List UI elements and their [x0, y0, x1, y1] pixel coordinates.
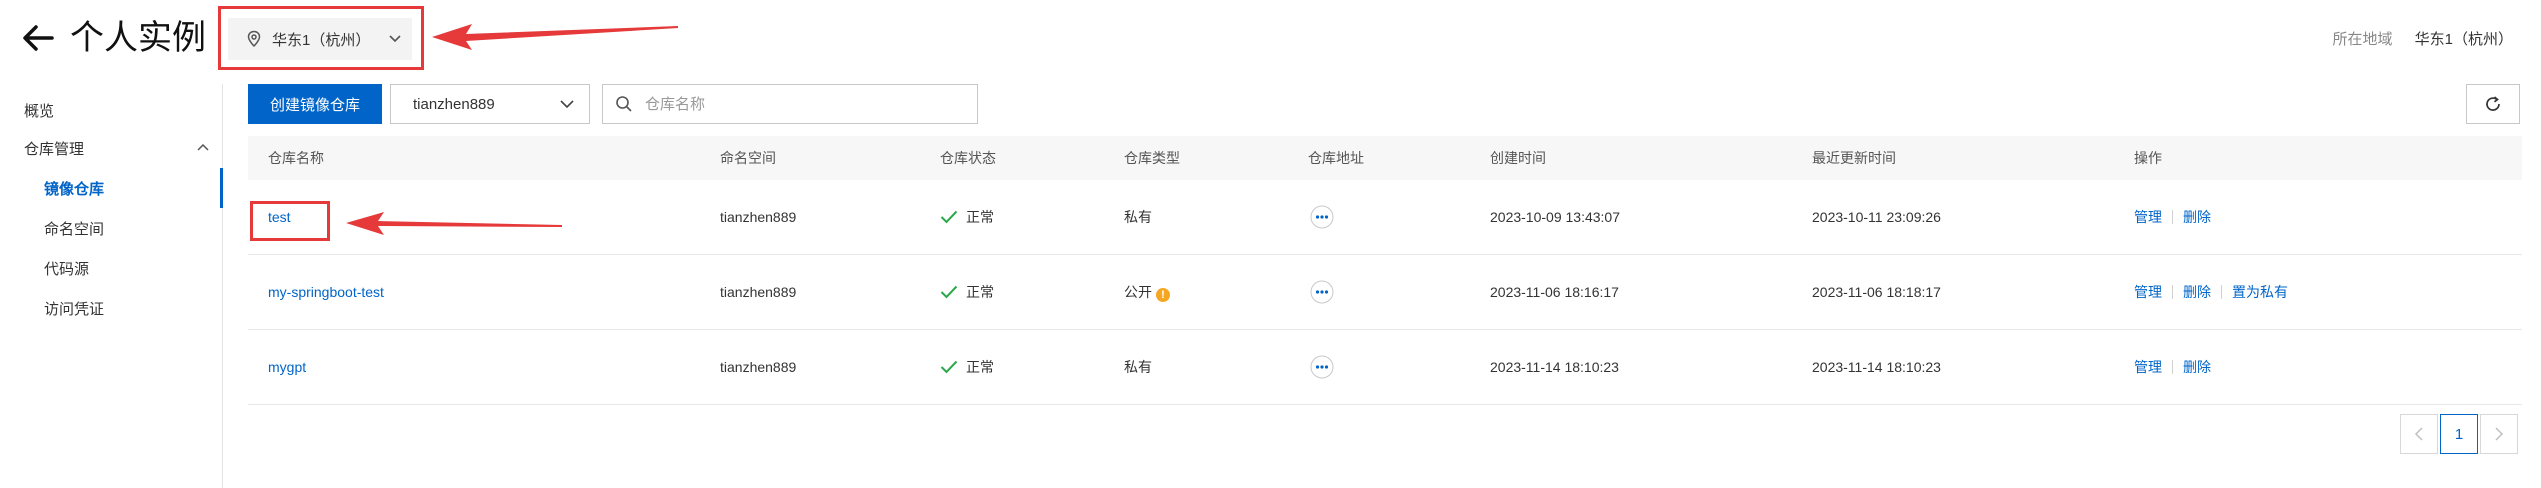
repo-status: 正常	[940, 330, 994, 404]
repo-status: 正常	[940, 255, 994, 329]
repo-type-text: 公开	[1124, 284, 1152, 300]
col-header-created: 创建时间	[1490, 150, 1546, 166]
repo-status: 正常	[940, 180, 994, 254]
repo-type: 私有	[1124, 209, 1152, 225]
more-icon[interactable]	[1310, 355, 1334, 379]
create-repo-button[interactable]: 创建镜像仓库	[248, 84, 382, 124]
namespace-select[interactable]: tianzhen889	[390, 84, 590, 124]
table-header: 仓库名称 命名空间 仓库状态 仓库类型 仓库地址 创建时间 最近更新时间 操作	[248, 136, 2522, 180]
table-row: mygpt tianzhen889 正常 私有 2023-11-14 18:10…	[248, 330, 2522, 405]
search-input[interactable]	[643, 94, 967, 114]
manage-link[interactable]: 管理	[2134, 284, 2162, 300]
repo-created-time: 2023-10-09 13:43:07	[1490, 209, 1620, 225]
annotation-arrow-test	[346, 212, 562, 235]
repo-created-time: 2023-11-06 18:16:17	[1490, 284, 1619, 300]
sidebar-active-indicator	[220, 168, 223, 208]
pagination-page-current[interactable]: 1	[2440, 414, 2478, 454]
back-arrow-icon[interactable]	[18, 18, 58, 58]
table-row: my-springboot-test tianzhen889 正常 公开! 20…	[248, 255, 2522, 330]
warning-icon[interactable]: !	[1156, 288, 1170, 302]
repo-actions: 管理 删除	[2134, 180, 2211, 254]
delete-link[interactable]: 删除	[2183, 284, 2211, 300]
col-header-repo-name: 仓库名称	[268, 150, 324, 166]
check-icon	[940, 210, 958, 224]
region-value: 华东1（杭州）	[2414, 31, 2513, 48]
sidebar-item-repo-management[interactable]: 仓库管理	[24, 138, 84, 159]
region-label: 所在地域	[2332, 31, 2393, 48]
col-header-updated: 最近更新时间	[1812, 150, 1896, 166]
col-header-actions: 操作	[2134, 150, 2162, 166]
repo-updated-time: 2023-10-11 23:09:26	[1812, 209, 1941, 225]
annotation-box-test	[250, 201, 330, 241]
manage-link[interactable]: 管理	[2134, 359, 2162, 375]
refresh-button[interactable]	[2466, 84, 2520, 124]
sidebar: 概览 仓库管理 镜像仓库 命名空间 代码源 访问凭证	[0, 84, 223, 488]
more-icon[interactable]	[1310, 205, 1334, 229]
sidebar-item-overview[interactable]: 概览	[24, 100, 54, 121]
chevron-down-icon	[560, 100, 574, 109]
action-divider	[2221, 285, 2222, 299]
refresh-icon	[2486, 96, 2500, 111]
namespace-select-value: tianzhen889	[413, 95, 495, 113]
repo-name-link[interactable]: my-springboot-test	[268, 255, 384, 329]
pagination-next[interactable]	[2480, 414, 2518, 454]
sidebar-item-code-source[interactable]: 代码源	[44, 258, 89, 279]
pagination-prev[interactable]	[2400, 414, 2438, 454]
page-title: 个人实例	[70, 19, 206, 57]
action-divider	[2172, 210, 2173, 224]
repo-updated-time: 2023-11-06 18:18:17	[1812, 284, 1941, 300]
repo-status-text: 正常	[966, 284, 994, 300]
repo-status-text: 正常	[966, 209, 994, 225]
repo-updated-time: 2023-11-14 18:10:23	[1812, 359, 1941, 375]
check-icon	[940, 360, 958, 374]
annotation-arrow-region	[432, 24, 678, 50]
make-private-link[interactable]: 置为私有	[2232, 284, 2288, 300]
search-box[interactable]	[602, 84, 978, 124]
current-region: 所在地域 华东1（杭州）	[2332, 28, 2513, 49]
col-header-namespace: 命名空间	[720, 150, 776, 166]
delete-link[interactable]: 删除	[2183, 359, 2211, 375]
repo-namespace: tianzhen889	[720, 284, 797, 300]
table-row: test tianzhen889 正常 私有 2023-10-09 13:43:…	[248, 180, 2522, 255]
repo-type: 私有	[1124, 359, 1152, 375]
repo-name-link[interactable]: mygpt	[268, 330, 306, 404]
manage-link[interactable]: 管理	[2134, 209, 2162, 225]
repo-created-time: 2023-11-14 18:10:23	[1490, 359, 1619, 375]
action-divider	[2172, 285, 2173, 299]
check-icon	[940, 285, 958, 299]
chevron-left-icon	[2414, 427, 2423, 441]
col-header-address: 仓库地址	[1308, 150, 1364, 166]
sidebar-item-namespaces[interactable]: 命名空间	[44, 218, 104, 239]
repo-namespace: tianzhen889	[720, 359, 797, 375]
chevron-up-icon[interactable]	[196, 142, 210, 152]
chevron-right-icon	[2495, 427, 2504, 441]
col-header-type: 仓库类型	[1124, 150, 1180, 166]
more-icon[interactable]	[1310, 280, 1334, 304]
action-divider	[2172, 360, 2173, 374]
repo-actions: 管理 删除	[2134, 330, 2211, 404]
col-header-status: 仓库状态	[940, 150, 996, 166]
repo-type: 公开!	[1124, 255, 1170, 329]
repo-namespace: tianzhen889	[720, 209, 797, 225]
repo-actions: 管理 删除 置为私有	[2134, 255, 2288, 329]
sidebar-item-access-credentials[interactable]: 访问凭证	[44, 298, 104, 319]
repo-status-text: 正常	[966, 359, 994, 375]
delete-link[interactable]: 删除	[2183, 209, 2211, 225]
sidebar-item-image-repos[interactable]: 镜像仓库	[44, 178, 104, 199]
annotation-box-region	[218, 6, 424, 70]
search-icon	[616, 96, 632, 112]
